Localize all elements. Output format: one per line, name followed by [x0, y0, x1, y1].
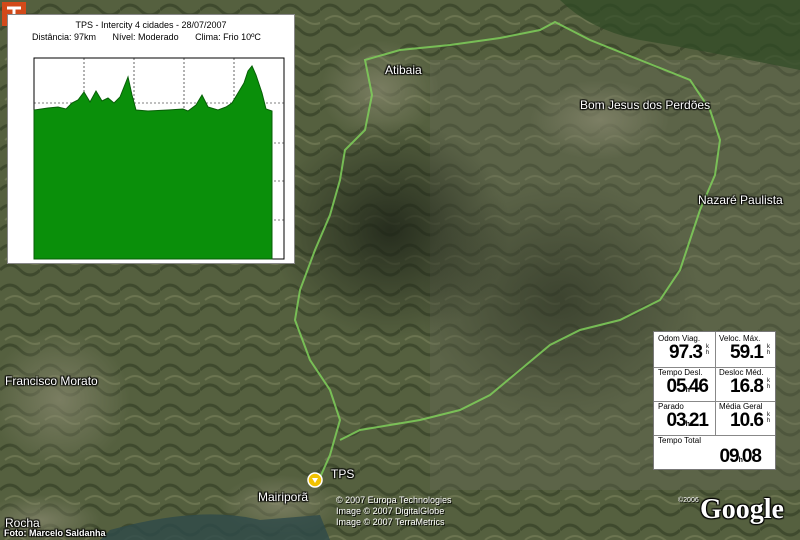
google-copyright-year: ©2006 [678, 497, 699, 504]
stat-total-time: Tempo Total 09h08 [655, 435, 775, 469]
total-time-minutes: 08 [741, 446, 762, 467]
avg-moving-value: 16.8 [730, 376, 764, 397]
city-label-atibaia: Atibaia [385, 63, 422, 77]
credit-terrametrics: Image © 2007 TerraMetrics [336, 517, 445, 527]
stats-divider [715, 332, 716, 435]
city-label-nazare-paulista: Nazaré Paulista [698, 193, 783, 207]
waypoint-marker[interactable] [307, 472, 323, 488]
stat-max-speed: Veloc. Máx. 59.1 kh [716, 333, 775, 367]
city-label-bom-jesus-dos-perdoes: Bom Jesus dos Perdões [580, 98, 711, 112]
stat-stopped-time: Parado 03h21 [655, 401, 714, 435]
max-speed-value: 59.1 [730, 342, 764, 363]
overall-avg-value: 10.6 [730, 410, 764, 431]
stat-moving-time: Tempo Desl. 05h46 [655, 367, 714, 401]
total-time-hours: 09 [719, 446, 739, 467]
city-label-francisco-morato: Francisco Morato [5, 374, 98, 388]
moving-time-minutes: 46 [688, 376, 709, 397]
photo-credit: Foto: Marcelo Saldanha [4, 528, 106, 538]
elevation-profile-panel: TPS - Intercity 4 cidades - 28/07/2007 D… [7, 14, 295, 264]
moving-time-hours: 05 [666, 376, 686, 397]
odometer-value: 97.3 [669, 342, 703, 363]
stat-avg-moving: Desloc Méd. 16.8 kh [716, 367, 775, 401]
google-logo[interactable]: Google [700, 494, 784, 526]
marker-icon [307, 472, 323, 488]
credit-europa: © 2007 Europa Technologies [336, 495, 452, 505]
elevation-chart [33, 57, 285, 260]
stats-divider [654, 435, 775, 436]
marker-label: TPS [331, 467, 355, 481]
stat-odometer: Odom Viag. 97.3 kh [655, 333, 714, 367]
trip-stats-panel: Odom Viag. 97.3 kh Veloc. Máx. 59.1 kh T… [653, 331, 776, 470]
stopped-time-minutes: 21 [688, 410, 709, 431]
stat-overall-avg: Média Geral 10.6 kh [716, 401, 775, 435]
city-label-mairipora: Mairiporã [258, 490, 309, 504]
credit-digitalglobe: Image © 2007 DigitalGlobe [336, 506, 445, 516]
stopped-time-hours: 03 [666, 410, 686, 431]
